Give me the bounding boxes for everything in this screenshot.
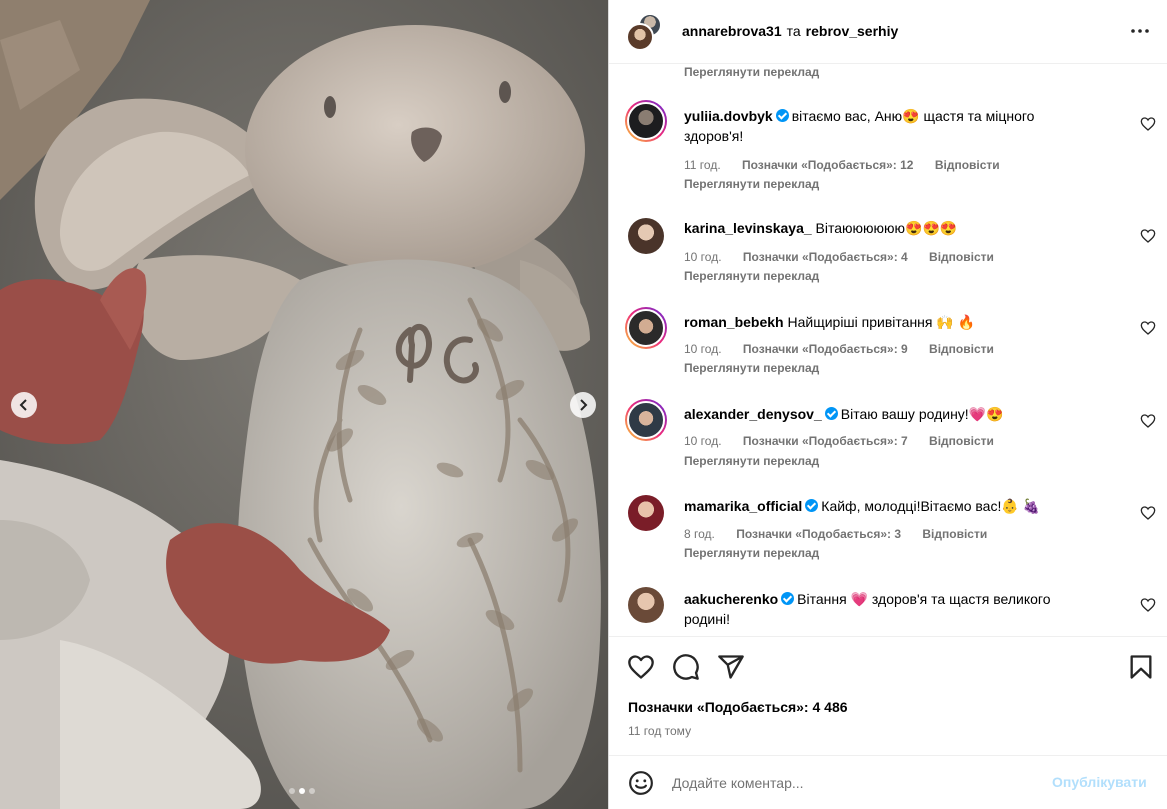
- verified-badge-icon: [781, 592, 795, 605]
- avatar[interactable]: [625, 399, 667, 441]
- comment-time[interactable]: 10 год.: [684, 342, 722, 356]
- likes-count[interactable]: Позначки «Подобається»: 4 486: [628, 699, 848, 715]
- comment-username[interactable]: yuliia.dovbyk: [684, 108, 773, 124]
- more-options-button[interactable]: [1127, 18, 1153, 44]
- comment-meta: 11 год. Позначки «Подобається»: 12 Відпо…: [684, 158, 1018, 172]
- post-photo: [0, 0, 608, 809]
- comment-body: Вітання 💗 здоров'я та щастя великого: [797, 591, 1051, 607]
- avatar[interactable]: [626, 23, 654, 51]
- comment-body: здоров'я!: [684, 128, 744, 144]
- comment-meta: 10 год. Позначки «Подобається»: 4 Відпов…: [684, 250, 1012, 264]
- avatar[interactable]: [625, 492, 667, 534]
- see-translation-link[interactable]: Переглянути переклад: [684, 546, 819, 560]
- comment-meta: 8 год. Позначки «Подобається»: 3 Відпові…: [684, 527, 1005, 541]
- coauthor-username[interactable]: rebrov_serhiy: [806, 23, 899, 39]
- reply-button[interactable]: Відповісти: [929, 434, 994, 448]
- reply-button[interactable]: Відповісти: [935, 158, 1000, 172]
- see-translation-link[interactable]: Переглянути переклад: [684, 269, 819, 283]
- comment-body: Вітаю вашу родину!💗😍: [840, 406, 1004, 422]
- previous-slide-button[interactable]: [11, 392, 37, 418]
- emoji-icon[interactable]: [628, 770, 654, 796]
- comment-username[interactable]: karina_levinskaya_: [684, 220, 812, 236]
- like-comment-heart-icon[interactable]: [1140, 320, 1156, 336]
- post-comment-button[interactable]: Опублікувати: [1052, 774, 1147, 790]
- verified-badge-icon: [775, 109, 789, 122]
- comment-body: вітаємо вас, Аню😍 щастя та міцного: [791, 108, 1035, 124]
- post-authors: annarebrova31 та rebrov_serhiy: [682, 23, 898, 39]
- comment-input[interactable]: [672, 772, 1032, 794]
- verified-badge-icon: [824, 407, 838, 420]
- see-translation-link[interactable]: Переглянути переклад: [684, 65, 819, 79]
- comment-username[interactable]: mamarika_official: [684, 498, 802, 514]
- like-comment-heart-icon[interactable]: [1140, 116, 1156, 132]
- comment-time[interactable]: 8 год.: [684, 527, 715, 541]
- reply-button[interactable]: Відповісти: [922, 527, 987, 541]
- comment-likes[interactable]: Позначки «Подобається»: 3: [736, 527, 901, 541]
- comment-username[interactable]: aakucherenko: [684, 591, 778, 607]
- bookmark-icon[interactable]: [1127, 653, 1155, 681]
- comment-body: родині!: [684, 611, 730, 627]
- see-translation-link[interactable]: Переглянути переклад: [684, 177, 819, 191]
- comment-username[interactable]: alexander_denysov_: [684, 406, 822, 422]
- next-slide-button[interactable]: [570, 392, 596, 418]
- comment-likes[interactable]: Позначки «Подобається»: 12: [742, 158, 913, 172]
- comment-likes[interactable]: Позначки «Подобається»: 7: [743, 434, 908, 448]
- comment-body: Найщиріші привітання 🙌 🔥: [787, 314, 976, 330]
- post-media: [0, 0, 608, 809]
- comment-text: alexander_denysov_ Вітаю вашу родину!💗😍: [684, 404, 1124, 424]
- heart-icon[interactable]: [627, 653, 655, 681]
- share-icon[interactable]: [717, 653, 745, 681]
- post-details-panel: annarebrova31 та rebrov_serhiy Переглянути…: [609, 0, 1167, 809]
- comment-likes[interactable]: Позначки «Подобається»: 9: [743, 342, 908, 356]
- verified-badge-icon: [805, 499, 819, 512]
- comment-username[interactable]: roman_bebekh: [684, 314, 784, 330]
- comment-time[interactable]: 10 год.: [684, 250, 722, 264]
- post-header: annarebrova31 та rebrov_serhiy: [609, 0, 1167, 64]
- add-comment-bar: Опублікувати: [609, 755, 1167, 809]
- comment-icon[interactable]: [672, 653, 700, 681]
- carousel-dot: [309, 788, 315, 794]
- chevron-left-icon: [19, 399, 27, 411]
- comment-time[interactable]: 10 год.: [684, 434, 722, 448]
- post-timestamp[interactable]: 11 год тому: [628, 724, 691, 738]
- reply-button[interactable]: Відповісти: [929, 342, 994, 356]
- avatar[interactable]: [625, 307, 667, 349]
- see-translation-link[interactable]: Переглянути переклад: [684, 361, 819, 375]
- author-username[interactable]: annarebrova31: [682, 23, 782, 39]
- like-comment-heart-icon[interactable]: [1140, 597, 1156, 613]
- comment-text: roman_bebekh Найщиріші привітання 🙌 🔥: [684, 312, 1124, 332]
- comment-body: Вітаюююююю😍😍😍: [815, 220, 958, 236]
- carousel-dot-active: [299, 788, 305, 794]
- comment-likes[interactable]: Позначки «Подобається»: 4: [743, 250, 908, 264]
- author-avatars[interactable]: [626, 13, 662, 51]
- like-comment-heart-icon[interactable]: [1140, 228, 1156, 244]
- like-comment-heart-icon[interactable]: [1140, 413, 1156, 429]
- ellipsis-icon: [1131, 29, 1149, 33]
- authors-separator: та: [786, 23, 801, 39]
- avatar[interactable]: [625, 584, 667, 626]
- see-translation-link[interactable]: Переглянути переклад: [684, 454, 819, 468]
- comment-text: mamarika_official Кайф, молодці!Вітаємо в…: [684, 496, 1124, 516]
- comment-text: aakucherenko Вітання 💗 здоров'я та щастя …: [684, 589, 1124, 629]
- comments-list[interactable]: Переглянути переклад yuliia.dovbyk вітаєм…: [609, 65, 1167, 635]
- carousel-indicator: [289, 788, 315, 794]
- reply-button[interactable]: Відповісти: [929, 250, 994, 264]
- avatar[interactable]: [625, 215, 667, 257]
- carousel-dot: [289, 788, 295, 794]
- comment-meta: 10 год. Позначки «Подобається»: 7 Відпов…: [684, 434, 1012, 448]
- comment-text: yuliia.dovbyk вітаємо вас, Аню😍 щастя та …: [684, 106, 1124, 146]
- comment-meta: 10 год. Позначки «Подобається»: 9 Відпов…: [684, 342, 1012, 356]
- post-actions: Позначки «Подобається»: 4 486 11 год том…: [609, 636, 1167, 809]
- like-comment-heart-icon[interactable]: [1140, 505, 1156, 521]
- comment-text: karina_levinskaya_ Вітаюююююю😍😍😍: [684, 218, 1124, 238]
- avatar[interactable]: [625, 100, 667, 142]
- comment-body: Кайф, молодці!Вітаємо вас!👶 🍇: [821, 498, 1041, 514]
- comment-time[interactable]: 11 год.: [684, 158, 721, 172]
- chevron-right-icon: [580, 399, 588, 411]
